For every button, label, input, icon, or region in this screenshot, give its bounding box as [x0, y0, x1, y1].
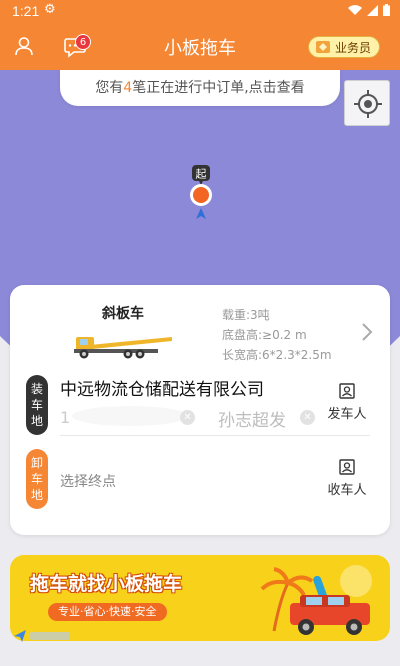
order-count: 4 [123, 80, 133, 96]
staff-badge-icon [315, 41, 330, 53]
status-bar: 1:21 ⚙ [0, 0, 400, 22]
sender-label: 发车人 [327, 407, 367, 422]
flatbed-truck-icon[interactable] [72, 327, 174, 359]
loading-company[interactable]: 中远物流仓储配送有限公司 [60, 375, 264, 400]
order-notice-prefix: 您有 [95, 80, 124, 96]
app-header: 6 小板拖车 业务员 [0, 22, 400, 70]
status-icons [348, 4, 390, 16]
battery-icon [383, 4, 390, 16]
vehicle-specs: 载重:3吨 底盘高:≥0.2 m 长宽高:6*2.3*2.5m [222, 305, 332, 365]
ongoing-orders-banner[interactable]: 您有4笔正在进行中订单,点击查看 [60, 70, 340, 106]
contact-card-icon [339, 459, 355, 475]
contact-card-icon [339, 383, 355, 399]
wifi-icon [348, 4, 362, 15]
order-card: 斜板车 载重:3吨 底盘高:≥0.2 m 长宽高:6*2.3*2.5m 装车地 … [10, 285, 390, 535]
start-marker-label: 起 [196, 168, 207, 181]
divider [60, 435, 370, 436]
promo-jeep-illustration [260, 565, 372, 635]
destination-input[interactable]: 选择终点 [60, 471, 116, 491]
status-time: 1:21 [12, 3, 40, 19]
vehicle-type-name: 斜板车 [102, 306, 144, 322]
staff-label: 业务员 [334, 40, 371, 55]
promo-headline: 拖车就找小板拖车 [30, 573, 183, 595]
staff-button[interactable]: 业务员 [307, 36, 380, 58]
clear-contact-button[interactable]: ✕ [300, 410, 315, 425]
spec-chassis-height: 底盘高:≥0.2 m [222, 328, 307, 342]
spec-dimensions: 长宽高:6*2.3*2.5m [222, 348, 332, 362]
receiver-button[interactable]: 收车人 [322, 459, 372, 498]
map-provider-logo [14, 630, 70, 642]
start-location-marker: 起 [190, 165, 212, 219]
svg-text:1: 1 [60, 408, 70, 427]
chevron-right-icon[interactable] [360, 321, 374, 343]
settings-gear-icon: ⚙ [44, 2, 56, 17]
unloading-tag: 卸车地 [26, 449, 48, 509]
clear-phone-button[interactable]: ✕ [180, 410, 195, 425]
locate-me-button[interactable] [344, 80, 390, 126]
redacted-phone: 1 [60, 406, 188, 427]
crosshair-icon [354, 90, 382, 118]
promo-tagline: 专业·省心·快速·安全 [48, 603, 167, 621]
receiver-label: 收车人 [327, 483, 367, 498]
loading-tag: 装车地 [26, 375, 48, 435]
sender-contact-name[interactable]: 孙志超发 [218, 406, 286, 431]
signal-icon [367, 4, 378, 16]
spec-load: 载重:3吨 [222, 308, 270, 322]
order-notice-suffix: 笔正在进行中订单,点击查看 [132, 80, 305, 96]
sender-button[interactable]: 发车人 [322, 383, 372, 422]
